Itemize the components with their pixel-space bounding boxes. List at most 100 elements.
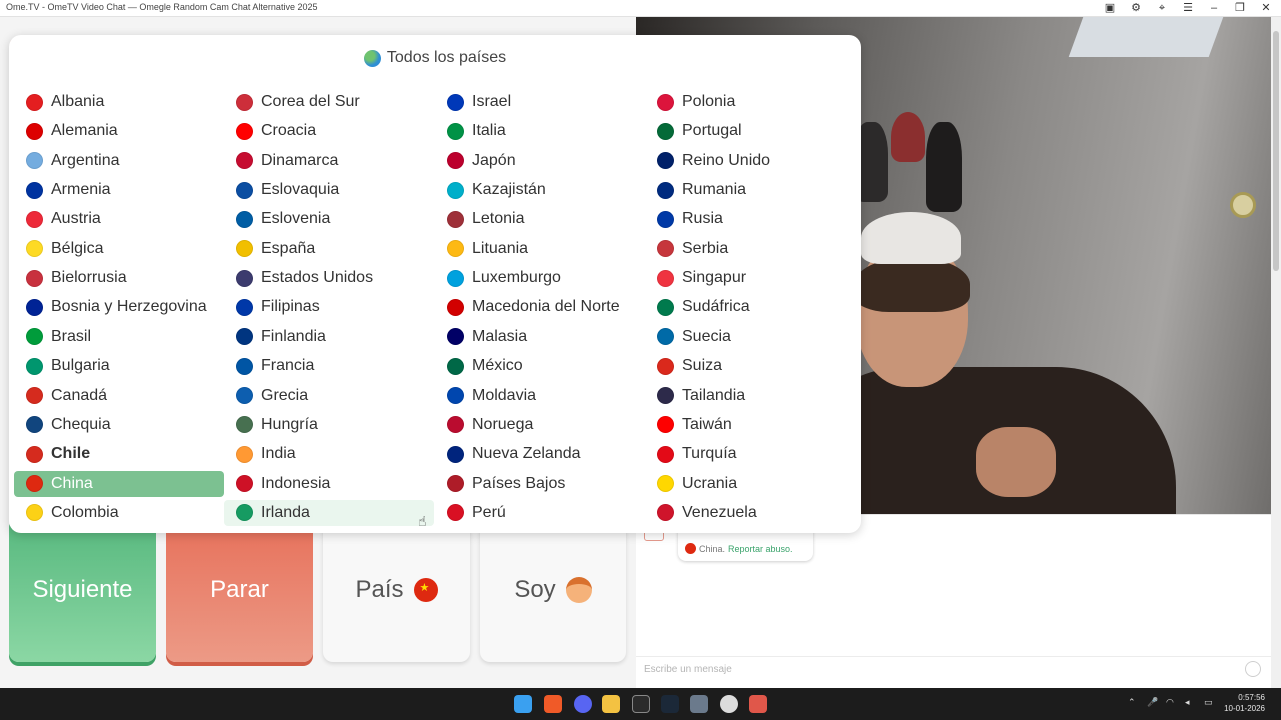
clock[interactable]: 0:57:56 10-01-2026 — [1224, 692, 1265, 714]
next-button-label: Siguiente — [32, 575, 133, 603]
china-flag-icon — [685, 543, 696, 554]
video-person-hair — [854, 257, 970, 312]
stop-button[interactable]: Parar — [166, 517, 313, 662]
country-name: Malasia — [472, 327, 528, 345]
ometv-app-icon[interactable] — [749, 695, 767, 713]
country-option[interactable]: Bulgaria — [14, 353, 224, 379]
next-button[interactable]: Siguiente — [9, 517, 156, 662]
country-option[interactable]: Perú — [435, 500, 645, 526]
flag-icon — [26, 475, 43, 493]
country-option[interactable]: Brasil — [14, 324, 224, 350]
country-option[interactable]: Albania — [14, 89, 224, 115]
country-option[interactable]: Israel — [435, 89, 645, 115]
emoji-icon[interactable] — [1245, 661, 1261, 677]
country-option[interactable]: Austria — [14, 206, 224, 232]
country-option[interactable]: Venezuela — [645, 500, 855, 526]
country-name: Alemania — [51, 122, 118, 140]
country-option[interactable]: Macedonia del Norte — [435, 294, 645, 320]
folder-icon[interactable] — [602, 695, 620, 713]
country-option[interactable]: Suecia — [645, 324, 855, 350]
country-option[interactable]: China — [14, 470, 224, 497]
close-icon[interactable]: ✕ — [1259, 1, 1273, 15]
country-option[interactable]: Luxemburgo — [435, 265, 645, 291]
country-option[interactable]: Suiza — [645, 353, 855, 379]
country-option[interactable]: Lituania — [435, 236, 645, 262]
wifi-icon[interactable]: ◠ — [1166, 697, 1176, 707]
extensions-icon[interactable]: ⚙ — [1129, 1, 1143, 15]
record-icon[interactable]: ▣ — [1103, 1, 1117, 15]
country-option[interactable]: Hungría — [224, 412, 434, 438]
country-option[interactable]: Dinamarca — [224, 148, 434, 174]
scrollbar-thumb[interactable] — [1273, 31, 1279, 271]
country-option[interactable]: Canadá — [14, 383, 224, 409]
flag-icon — [447, 357, 464, 375]
country-option[interactable]: Taiwán — [645, 412, 855, 438]
country-option[interactable]: Bielorrusia — [14, 265, 224, 291]
country-option[interactable]: Reino Unido — [645, 148, 855, 174]
country-option[interactable]: Nueva Zelanda — [435, 441, 645, 467]
country-option[interactable]: Turquía — [645, 441, 855, 467]
country-option[interactable]: Chile — [14, 441, 224, 467]
country-option[interactable]: Polonia — [645, 89, 855, 115]
country-option[interactable]: Alemania — [14, 118, 224, 144]
country-option[interactable]: Estados Unidos — [224, 265, 434, 291]
country-option[interactable]: Kazajistán — [435, 177, 645, 203]
chevron-up-icon[interactable]: ⌃ — [1128, 697, 1138, 707]
message-input[interactable]: Escribe un mensaje — [644, 664, 732, 675]
country-option[interactable]: Eslovaquia — [224, 177, 434, 203]
country-option[interactable]: España — [224, 236, 434, 262]
country-option[interactable]: Finlandia — [224, 324, 434, 350]
country-option[interactable]: Letonia — [435, 206, 645, 232]
chrome-icon[interactable] — [720, 695, 738, 713]
country-option[interactable]: Moldavia — [435, 383, 645, 409]
country-button[interactable]: País — [323, 517, 470, 662]
country-option[interactable]: Serbia — [645, 236, 855, 262]
country-option[interactable]: Grecia — [224, 383, 434, 409]
country-option[interactable]: Ucrania — [645, 471, 855, 497]
report-abuse-link[interactable]: Reportar abuso. — [728, 544, 793, 554]
country-option[interactable]: Portugal — [645, 118, 855, 144]
terminal-icon[interactable] — [632, 695, 650, 713]
country-option[interactable]: Japón — [435, 148, 645, 174]
country-option[interactable]: Rumania — [645, 177, 855, 203]
country-option[interactable]: Croacia — [224, 118, 434, 144]
country-option[interactable]: India — [224, 441, 434, 467]
page-scrollbar[interactable] — [1271, 17, 1281, 688]
country-option[interactable]: Eslovenia — [224, 206, 434, 232]
country-option[interactable]: Italia — [435, 118, 645, 144]
share-icon[interactable]: ⌖ — [1155, 1, 1169, 15]
country-option[interactable]: Colombia — [14, 500, 224, 526]
country-option[interactable]: Filipinas — [224, 294, 434, 320]
country-option[interactable]: México — [435, 353, 645, 379]
country-option[interactable]: Países Bajos — [435, 471, 645, 497]
brave-icon[interactable] — [544, 695, 562, 713]
country-option[interactable]: Indonesia — [224, 471, 434, 497]
minimize-icon[interactable]: – — [1207, 1, 1221, 15]
country-option[interactable]: Rusia — [645, 206, 855, 232]
country-option[interactable]: Malasia — [435, 324, 645, 350]
country-option[interactable]: Irlanda — [224, 499, 434, 526]
country-name: Perú — [472, 503, 506, 521]
maximize-icon[interactable]: ❐ — [1233, 1, 1247, 15]
country-option[interactable]: Sudáfrica — [645, 294, 855, 320]
country-option[interactable]: Singapur — [645, 265, 855, 291]
country-option[interactable]: Corea del Sur — [224, 89, 434, 115]
dropdown-header[interactable]: Todos los países — [9, 49, 861, 67]
iam-button[interactable]: Soy — [480, 517, 626, 662]
country-option[interactable]: Bélgica — [14, 236, 224, 262]
country-option[interactable]: Armenia — [14, 177, 224, 203]
discord-icon[interactable] — [574, 695, 592, 713]
country-option[interactable]: Chequia — [14, 412, 224, 438]
menu-icon[interactable]: ☰ — [1181, 1, 1195, 15]
country-option[interactable]: Tailandia — [645, 383, 855, 409]
windows-start-icon[interactable] — [514, 695, 532, 713]
country-option[interactable]: Francia — [224, 353, 434, 379]
microphone-icon[interactable]: 🎤 — [1147, 697, 1158, 707]
country-option[interactable]: Bosnia y Herzegovina — [14, 294, 224, 320]
settings-icon[interactable] — [690, 695, 708, 713]
country-option[interactable]: Noruega — [435, 412, 645, 438]
battery-icon[interactable]: ▭ — [1204, 697, 1214, 707]
country-option[interactable]: Argentina — [14, 148, 224, 174]
volume-icon[interactable]: ◂ — [1185, 697, 1195, 707]
steam-icon[interactable] — [661, 695, 679, 713]
